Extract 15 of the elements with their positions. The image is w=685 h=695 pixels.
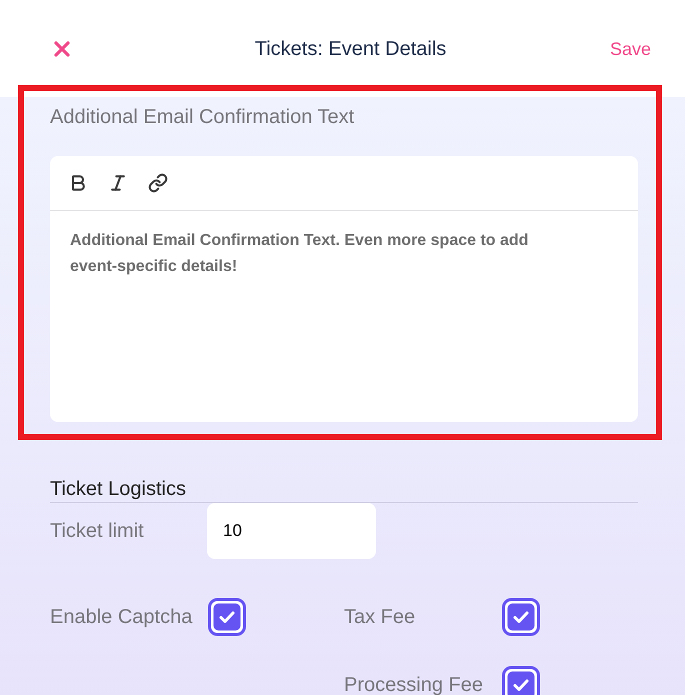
- section-label: Additional Email Confirmation Text: [50, 105, 356, 129]
- editor-field[interactable]: Additional Email Confirmation Text. Even more space to add event-specific details!: [50, 211, 638, 422]
- save-button[interactable]: Save: [610, 38, 651, 60]
- checkbox[interactable]: [502, 598, 540, 636]
- ticket-limit-input[interactable]: 10: [207, 503, 376, 559]
- section-heading: Ticket Logistics: [50, 477, 187, 501]
- ticket-limit-label: Ticket limit: [50, 519, 145, 543]
- checkbox[interactable]: [502, 666, 540, 695]
- option-label: Processing Fee: [344, 673, 484, 695]
- option-label: Enable Captcha: [50, 605, 194, 629]
- italic-icon[interactable]: [108, 173, 128, 193]
- checkbox[interactable]: [208, 598, 246, 636]
- option-label: Tax Fee: [344, 605, 416, 629]
- page-title: Tickets: Event Details: [254, 36, 446, 60]
- link-icon[interactable]: [148, 173, 168, 193]
